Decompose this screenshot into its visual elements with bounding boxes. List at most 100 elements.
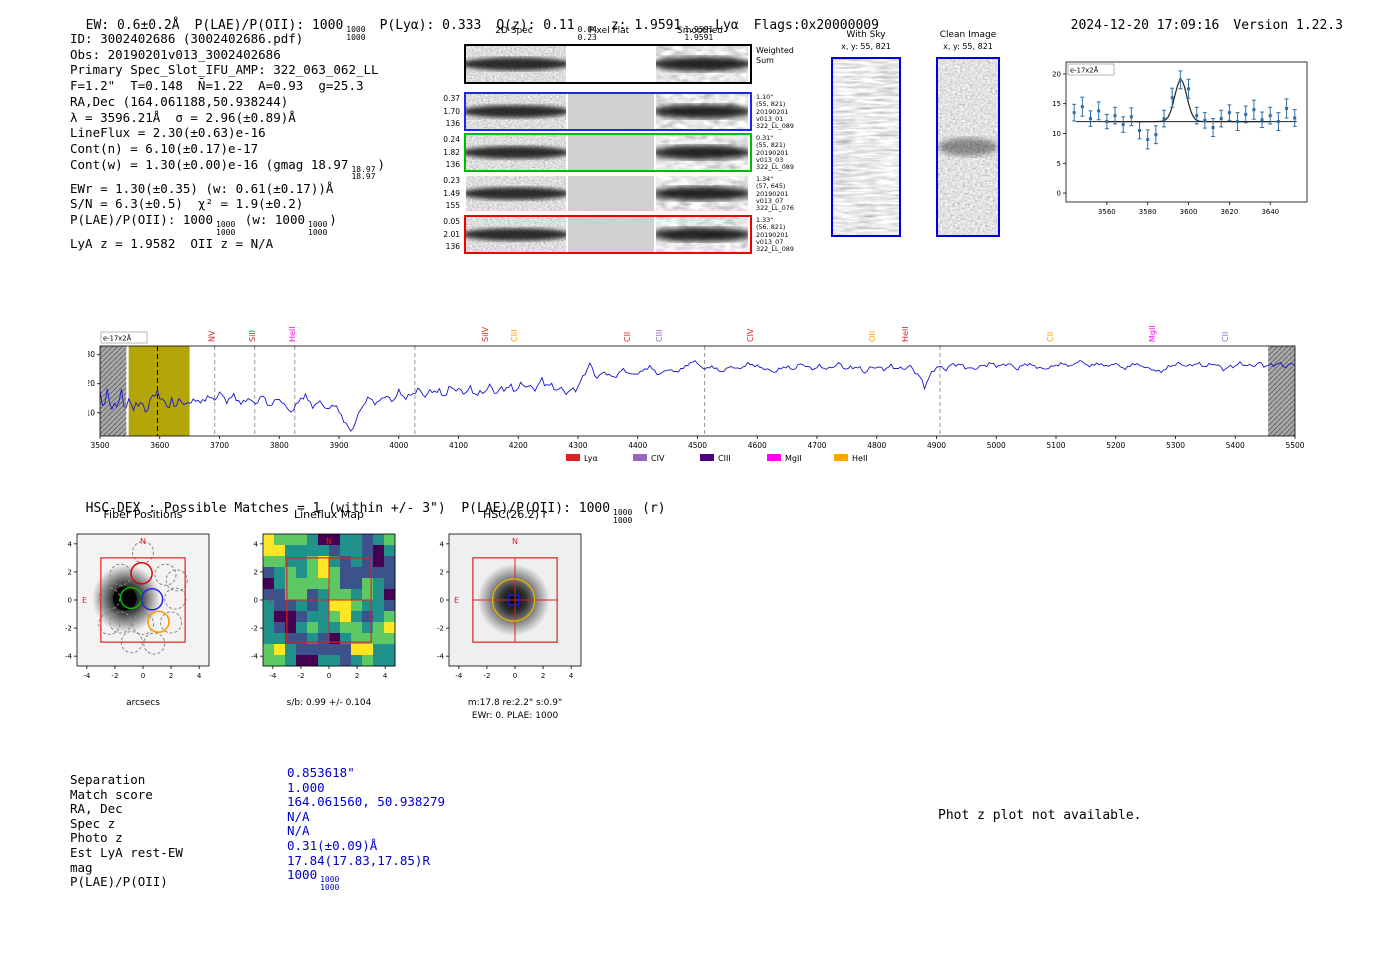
with-sky-title: With Sky	[846, 30, 886, 40]
match-value-5: 0.31(±0.09)Å	[287, 837, 378, 853]
svg-text:-2: -2	[437, 625, 444, 633]
match-label-6: mag	[70, 859, 93, 875]
svg-text:-2: -2	[251, 625, 258, 633]
svg-text:N: N	[512, 537, 518, 546]
svg-text:4: 4	[569, 672, 574, 680]
svg-text:4: 4	[254, 540, 259, 548]
svg-text:3580: 3580	[1139, 208, 1157, 216]
spec2d-img-4-2	[656, 217, 748, 252]
match-value-7-lo: 1000	[320, 882, 340, 892]
match-value-7-text: 1000	[287, 867, 318, 883]
spec2d-img-1-1	[568, 94, 654, 129]
spec2d-img-0-2	[656, 46, 748, 82]
info-gmag-frac: 18.97 18.97	[351, 165, 376, 182]
info-radec: RA,Dec (164.061188,50.938244)	[70, 93, 289, 109]
svg-text:4: 4	[68, 540, 73, 548]
svg-text:0: 0	[440, 597, 444, 605]
spec2d-img-3-2	[656, 176, 748, 211]
svg-text:4600: 4600	[748, 441, 767, 450]
info-block: ID: 3002402686 (3002402686.pdf) Obs: 201…	[70, 31, 385, 252]
info-cont-w: Cont(w) = 1.30(±0.00)e-16 (gmag 18.97 18.…	[70, 157, 385, 181]
svg-text:5400: 5400	[1226, 441, 1245, 450]
clean-image-noise	[938, 59, 998, 235]
spec2d-img-2-2	[656, 135, 748, 170]
svg-text:CII: CII	[623, 332, 632, 342]
spec2d-row-2-annotation: 0.31" (55, 821) 20190201 v013_03 322_LL_089	[756, 134, 794, 172]
svg-text:4100: 4100	[449, 441, 468, 450]
clean-image-coords: x, y: 55, 821	[943, 42, 993, 51]
spec2d-row-1-annotation: 1.10" (55, 821) 20190201 v013_01 322_LL_089	[756, 93, 794, 131]
svg-text:2: 2	[355, 672, 359, 680]
svg-text:3800: 3800	[270, 441, 289, 450]
spec2d-row-2	[464, 133, 752, 172]
info-gmag-lo: 18.97	[351, 172, 376, 182]
match-label-7: P(LAE)/P(OII)	[70, 874, 168, 890]
with-sky-noise	[833, 59, 899, 235]
info-plae: P(LAE)/P(OII): 1000 1000 1000 (w: 1000 1000…	[70, 212, 385, 236]
svg-text:-2: -2	[483, 672, 490, 680]
svg-text:-2: -2	[65, 625, 72, 633]
report-datetime: 2024-12-20 17:09:16	[1070, 18, 1220, 33]
svg-text:5000: 5000	[987, 441, 1006, 450]
info-plae-text: P(LAE)/P(OII): 1000	[70, 212, 213, 228]
photz-note: Phot z plot not available.	[938, 808, 1142, 823]
svg-text:3560: 3560	[1098, 208, 1116, 216]
spec2d-row-3-annotation: 1.34" (57, 645) 20190201 v013_07 322_LL_076	[756, 175, 794, 213]
svg-text:2: 2	[254, 568, 258, 576]
svg-text:0: 0	[68, 597, 72, 605]
svg-text:-4: -4	[251, 653, 259, 661]
svg-text:CIII: CIII	[718, 454, 731, 463]
info-cont-n: Cont(n) = 6.10(±0.17)e-17	[70, 140, 259, 156]
svg-text:4: 4	[197, 672, 202, 680]
svg-text:4800: 4800	[867, 441, 886, 450]
svg-text:3500: 3500	[90, 441, 109, 450]
match-value-4: N/A	[287, 823, 310, 839]
info-lambda: λ = 3596.21Å σ = 2.96(±0.89)Å	[70, 109, 296, 125]
hsc-dex-frac: 1000 1000	[613, 509, 632, 524]
spec2d-row-4-annotation: 1.33" (56, 821) 20190201 v013_07 322_LL_089	[756, 216, 794, 254]
hsc-dex-lo: 1000	[613, 515, 633, 525]
lineflux-map-plot: N E -4 -4 -2 -2 0 0 2 2 4 4	[251, 533, 396, 680]
full-spectrum-plot: 3500 3600 3700 3800 3900 4000 4100 4200 4300 4400…	[88, 325, 1305, 463]
info-sn: S/N = 6.3(±0.5) χ² = 1.9(±0.2)	[70, 196, 304, 212]
svg-text:MgII: MgII	[1148, 325, 1157, 342]
match-label-3: Spec z	[70, 815, 116, 831]
spec2d-row-4	[464, 215, 752, 254]
hsc-cutout-plot: N E -4 -4 -2 -2 0 0 2 2 4 4	[437, 533, 582, 680]
spec2d-img-1-0	[466, 94, 566, 129]
svg-text:5200: 5200	[1106, 441, 1125, 450]
svg-text:HeII: HeII	[852, 454, 868, 463]
svg-text:20: 20	[88, 379, 95, 388]
info-plae-lo2: 1000	[308, 227, 328, 237]
svg-text:0: 0	[1057, 190, 1061, 198]
svg-text:CII: CII	[1221, 332, 1230, 342]
fiber-xlabel: arcsecs	[126, 698, 160, 708]
info-obs: Obs: 20190201v013_3002402686	[70, 46, 281, 62]
spec2d-img-4-1	[568, 217, 654, 252]
match-value-3: N/A	[287, 808, 310, 824]
clean-image	[936, 57, 1000, 237]
spec2d-col-title-2: Smoothed	[677, 26, 723, 36]
svg-text:NV: NV	[208, 330, 217, 342]
svg-text:SiII: SiII	[248, 330, 257, 342]
svg-text:4700: 4700	[807, 441, 826, 450]
svg-text:-4: -4	[269, 672, 277, 680]
info-seeing: F=1.2" T=0.148 N̄=1.22 A=0.93 g=25.3	[70, 78, 364, 94]
lineflux-caption: s/b: 0.99 +/- 0.104	[286, 698, 372, 708]
svg-text:3600: 3600	[150, 441, 169, 450]
match-label-1: Match score	[70, 786, 153, 802]
match-label-2: RA, Dec	[70, 801, 123, 817]
svg-text:E: E	[268, 596, 273, 605]
spec2d-row-0-annotation: Weighted Sum	[756, 46, 794, 65]
spec2d-img-3-0	[466, 176, 566, 211]
svg-text:e-17x2Å: e-17x2Å	[1070, 66, 1099, 75]
with-sky-coords: x, y: 55, 821	[841, 42, 891, 51]
header-right: 2024-12-20 17:09:16 Version 1.22.3	[1055, 3, 1343, 33]
match-value-7: 1000 1000 1000	[287, 867, 445, 892]
spec2d-img-1-2	[656, 94, 748, 129]
svg-text:0: 0	[513, 672, 517, 680]
svg-text:3620: 3620	[1220, 208, 1238, 216]
svg-text:CIV: CIV	[651, 454, 665, 463]
svg-text:N: N	[326, 537, 332, 546]
svg-text:15: 15	[1052, 100, 1061, 108]
